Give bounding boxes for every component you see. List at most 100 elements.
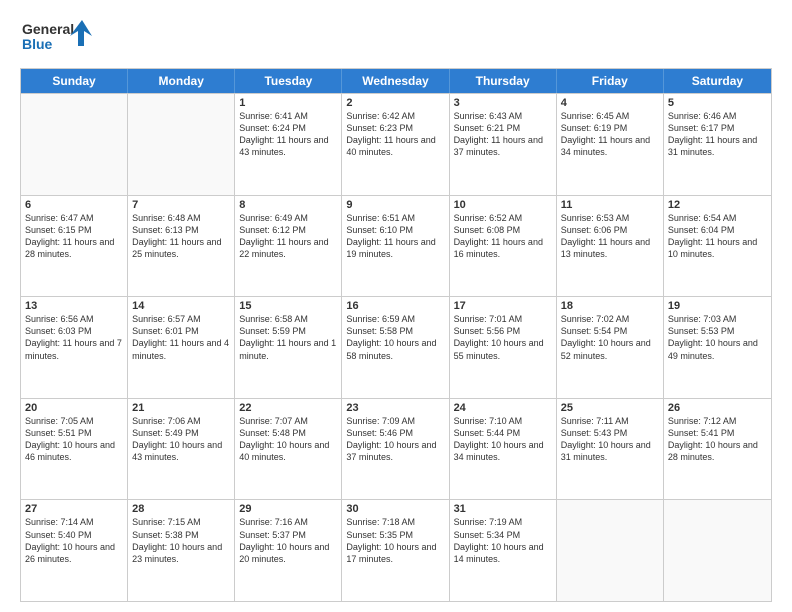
cell-sun-info: Sunrise: 6:47 AM Sunset: 6:15 PM Dayligh…: [25, 212, 123, 261]
day-number: 27: [25, 503, 123, 515]
cell-sun-info: Sunrise: 6:46 AM Sunset: 6:17 PM Dayligh…: [668, 110, 767, 159]
calendar-cell-day-15: 15Sunrise: 6:58 AM Sunset: 5:59 PM Dayli…: [235, 297, 342, 398]
cell-sun-info: Sunrise: 6:42 AM Sunset: 6:23 PM Dayligh…: [346, 110, 444, 159]
cell-sun-info: Sunrise: 7:01 AM Sunset: 5:56 PM Dayligh…: [454, 313, 552, 362]
day-number: 8: [239, 199, 337, 211]
day-number: 30: [346, 503, 444, 515]
calendar-cell-day-11: 11Sunrise: 6:53 AM Sunset: 6:06 PM Dayli…: [557, 196, 664, 297]
cell-sun-info: Sunrise: 6:43 AM Sunset: 6:21 PM Dayligh…: [454, 110, 552, 159]
calendar-cell-day-29: 29Sunrise: 7:16 AM Sunset: 5:37 PM Dayli…: [235, 500, 342, 601]
day-number: 20: [25, 402, 123, 414]
calendar-row-2: 6Sunrise: 6:47 AM Sunset: 6:15 PM Daylig…: [21, 195, 771, 297]
calendar-row-1: 1Sunrise: 6:41 AM Sunset: 6:24 PM Daylig…: [21, 93, 771, 195]
day-header-monday: Monday: [128, 69, 235, 93]
calendar-cell-day-28: 28Sunrise: 7:15 AM Sunset: 5:38 PM Dayli…: [128, 500, 235, 601]
calendar-cell-day-3: 3Sunrise: 6:43 AM Sunset: 6:21 PM Daylig…: [450, 94, 557, 195]
day-header-wednesday: Wednesday: [342, 69, 449, 93]
day-number: 7: [132, 199, 230, 211]
calendar-cell-day-20: 20Sunrise: 7:05 AM Sunset: 5:51 PM Dayli…: [21, 399, 128, 500]
day-number: 2: [346, 97, 444, 109]
day-number: 19: [668, 300, 767, 312]
calendar-body: 1Sunrise: 6:41 AM Sunset: 6:24 PM Daylig…: [21, 93, 771, 601]
calendar-row-5: 27Sunrise: 7:14 AM Sunset: 5:40 PM Dayli…: [21, 499, 771, 601]
day-number: 11: [561, 199, 659, 211]
day-number: 28: [132, 503, 230, 515]
day-number: 17: [454, 300, 552, 312]
day-number: 15: [239, 300, 337, 312]
day-number: 31: [454, 503, 552, 515]
logo-svg: GeneralBlue: [20, 18, 100, 58]
header: GeneralBlue: [20, 18, 772, 58]
calendar-cell-day-7: 7Sunrise: 6:48 AM Sunset: 6:13 PM Daylig…: [128, 196, 235, 297]
day-number: 25: [561, 402, 659, 414]
calendar-cell-day-22: 22Sunrise: 7:07 AM Sunset: 5:48 PM Dayli…: [235, 399, 342, 500]
day-number: 22: [239, 402, 337, 414]
calendar-cell-day-10: 10Sunrise: 6:52 AM Sunset: 6:08 PM Dayli…: [450, 196, 557, 297]
calendar-cell-day-18: 18Sunrise: 7:02 AM Sunset: 5:54 PM Dayli…: [557, 297, 664, 398]
calendar-cell-empty: [557, 500, 664, 601]
day-number: 13: [25, 300, 123, 312]
calendar-cell-day-14: 14Sunrise: 6:57 AM Sunset: 6:01 PM Dayli…: [128, 297, 235, 398]
day-number: 21: [132, 402, 230, 414]
calendar: SundayMondayTuesdayWednesdayThursdayFrid…: [20, 68, 772, 602]
day-number: 16: [346, 300, 444, 312]
svg-text:Blue: Blue: [22, 36, 53, 52]
cell-sun-info: Sunrise: 6:56 AM Sunset: 6:03 PM Dayligh…: [25, 313, 123, 362]
cell-sun-info: Sunrise: 7:11 AM Sunset: 5:43 PM Dayligh…: [561, 415, 659, 464]
calendar-cell-day-30: 30Sunrise: 7:18 AM Sunset: 5:35 PM Dayli…: [342, 500, 449, 601]
day-header-friday: Friday: [557, 69, 664, 93]
cell-sun-info: Sunrise: 6:58 AM Sunset: 5:59 PM Dayligh…: [239, 313, 337, 362]
day-number: 1: [239, 97, 337, 109]
day-number: 5: [668, 97, 767, 109]
cell-sun-info: Sunrise: 7:06 AM Sunset: 5:49 PM Dayligh…: [132, 415, 230, 464]
day-number: 10: [454, 199, 552, 211]
cell-sun-info: Sunrise: 7:03 AM Sunset: 5:53 PM Dayligh…: [668, 313, 767, 362]
cell-sun-info: Sunrise: 7:02 AM Sunset: 5:54 PM Dayligh…: [561, 313, 659, 362]
day-number: 6: [25, 199, 123, 211]
calendar-cell-day-17: 17Sunrise: 7:01 AM Sunset: 5:56 PM Dayli…: [450, 297, 557, 398]
calendar-cell-day-8: 8Sunrise: 6:49 AM Sunset: 6:12 PM Daylig…: [235, 196, 342, 297]
cell-sun-info: Sunrise: 6:45 AM Sunset: 6:19 PM Dayligh…: [561, 110, 659, 159]
calendar-cell-day-4: 4Sunrise: 6:45 AM Sunset: 6:19 PM Daylig…: [557, 94, 664, 195]
day-number: 29: [239, 503, 337, 515]
calendar-cell-day-26: 26Sunrise: 7:12 AM Sunset: 5:41 PM Dayli…: [664, 399, 771, 500]
cell-sun-info: Sunrise: 6:53 AM Sunset: 6:06 PM Dayligh…: [561, 212, 659, 261]
cell-sun-info: Sunrise: 6:51 AM Sunset: 6:10 PM Dayligh…: [346, 212, 444, 261]
day-number: 4: [561, 97, 659, 109]
day-number: 9: [346, 199, 444, 211]
cell-sun-info: Sunrise: 7:19 AM Sunset: 5:34 PM Dayligh…: [454, 516, 552, 565]
cell-sun-info: Sunrise: 7:15 AM Sunset: 5:38 PM Dayligh…: [132, 516, 230, 565]
day-number: 3: [454, 97, 552, 109]
logo: GeneralBlue: [20, 18, 100, 58]
day-number: 18: [561, 300, 659, 312]
cell-sun-info: Sunrise: 7:18 AM Sunset: 5:35 PM Dayligh…: [346, 516, 444, 565]
calendar-cell-day-16: 16Sunrise: 6:59 AM Sunset: 5:58 PM Dayli…: [342, 297, 449, 398]
svg-text:General: General: [22, 21, 74, 37]
cell-sun-info: Sunrise: 7:10 AM Sunset: 5:44 PM Dayligh…: [454, 415, 552, 464]
calendar-row-4: 20Sunrise: 7:05 AM Sunset: 5:51 PM Dayli…: [21, 398, 771, 500]
calendar-cell-day-9: 9Sunrise: 6:51 AM Sunset: 6:10 PM Daylig…: [342, 196, 449, 297]
calendar-cell-day-23: 23Sunrise: 7:09 AM Sunset: 5:46 PM Dayli…: [342, 399, 449, 500]
calendar-cell-day-6: 6Sunrise: 6:47 AM Sunset: 6:15 PM Daylig…: [21, 196, 128, 297]
cell-sun-info: Sunrise: 6:49 AM Sunset: 6:12 PM Dayligh…: [239, 212, 337, 261]
cell-sun-info: Sunrise: 6:54 AM Sunset: 6:04 PM Dayligh…: [668, 212, 767, 261]
day-header-thursday: Thursday: [450, 69, 557, 93]
cell-sun-info: Sunrise: 6:41 AM Sunset: 6:24 PM Dayligh…: [239, 110, 337, 159]
calendar-cell-day-27: 27Sunrise: 7:14 AM Sunset: 5:40 PM Dayli…: [21, 500, 128, 601]
day-number: 24: [454, 402, 552, 414]
page: GeneralBlue SundayMondayTuesdayWednesday…: [0, 0, 792, 612]
cell-sun-info: Sunrise: 6:48 AM Sunset: 6:13 PM Dayligh…: [132, 212, 230, 261]
cell-sun-info: Sunrise: 7:16 AM Sunset: 5:37 PM Dayligh…: [239, 516, 337, 565]
calendar-cell-day-19: 19Sunrise: 7:03 AM Sunset: 5:53 PM Dayli…: [664, 297, 771, 398]
calendar-cell-day-21: 21Sunrise: 7:06 AM Sunset: 5:49 PM Dayli…: [128, 399, 235, 500]
cell-sun-info: Sunrise: 7:12 AM Sunset: 5:41 PM Dayligh…: [668, 415, 767, 464]
cell-sun-info: Sunrise: 6:52 AM Sunset: 6:08 PM Dayligh…: [454, 212, 552, 261]
calendar-cell-empty: [128, 94, 235, 195]
calendar-row-3: 13Sunrise: 6:56 AM Sunset: 6:03 PM Dayli…: [21, 296, 771, 398]
calendar-cell-empty: [21, 94, 128, 195]
cell-sun-info: Sunrise: 6:57 AM Sunset: 6:01 PM Dayligh…: [132, 313, 230, 362]
calendar-cell-day-1: 1Sunrise: 6:41 AM Sunset: 6:24 PM Daylig…: [235, 94, 342, 195]
cell-sun-info: Sunrise: 7:05 AM Sunset: 5:51 PM Dayligh…: [25, 415, 123, 464]
day-number: 26: [668, 402, 767, 414]
day-header-tuesday: Tuesday: [235, 69, 342, 93]
